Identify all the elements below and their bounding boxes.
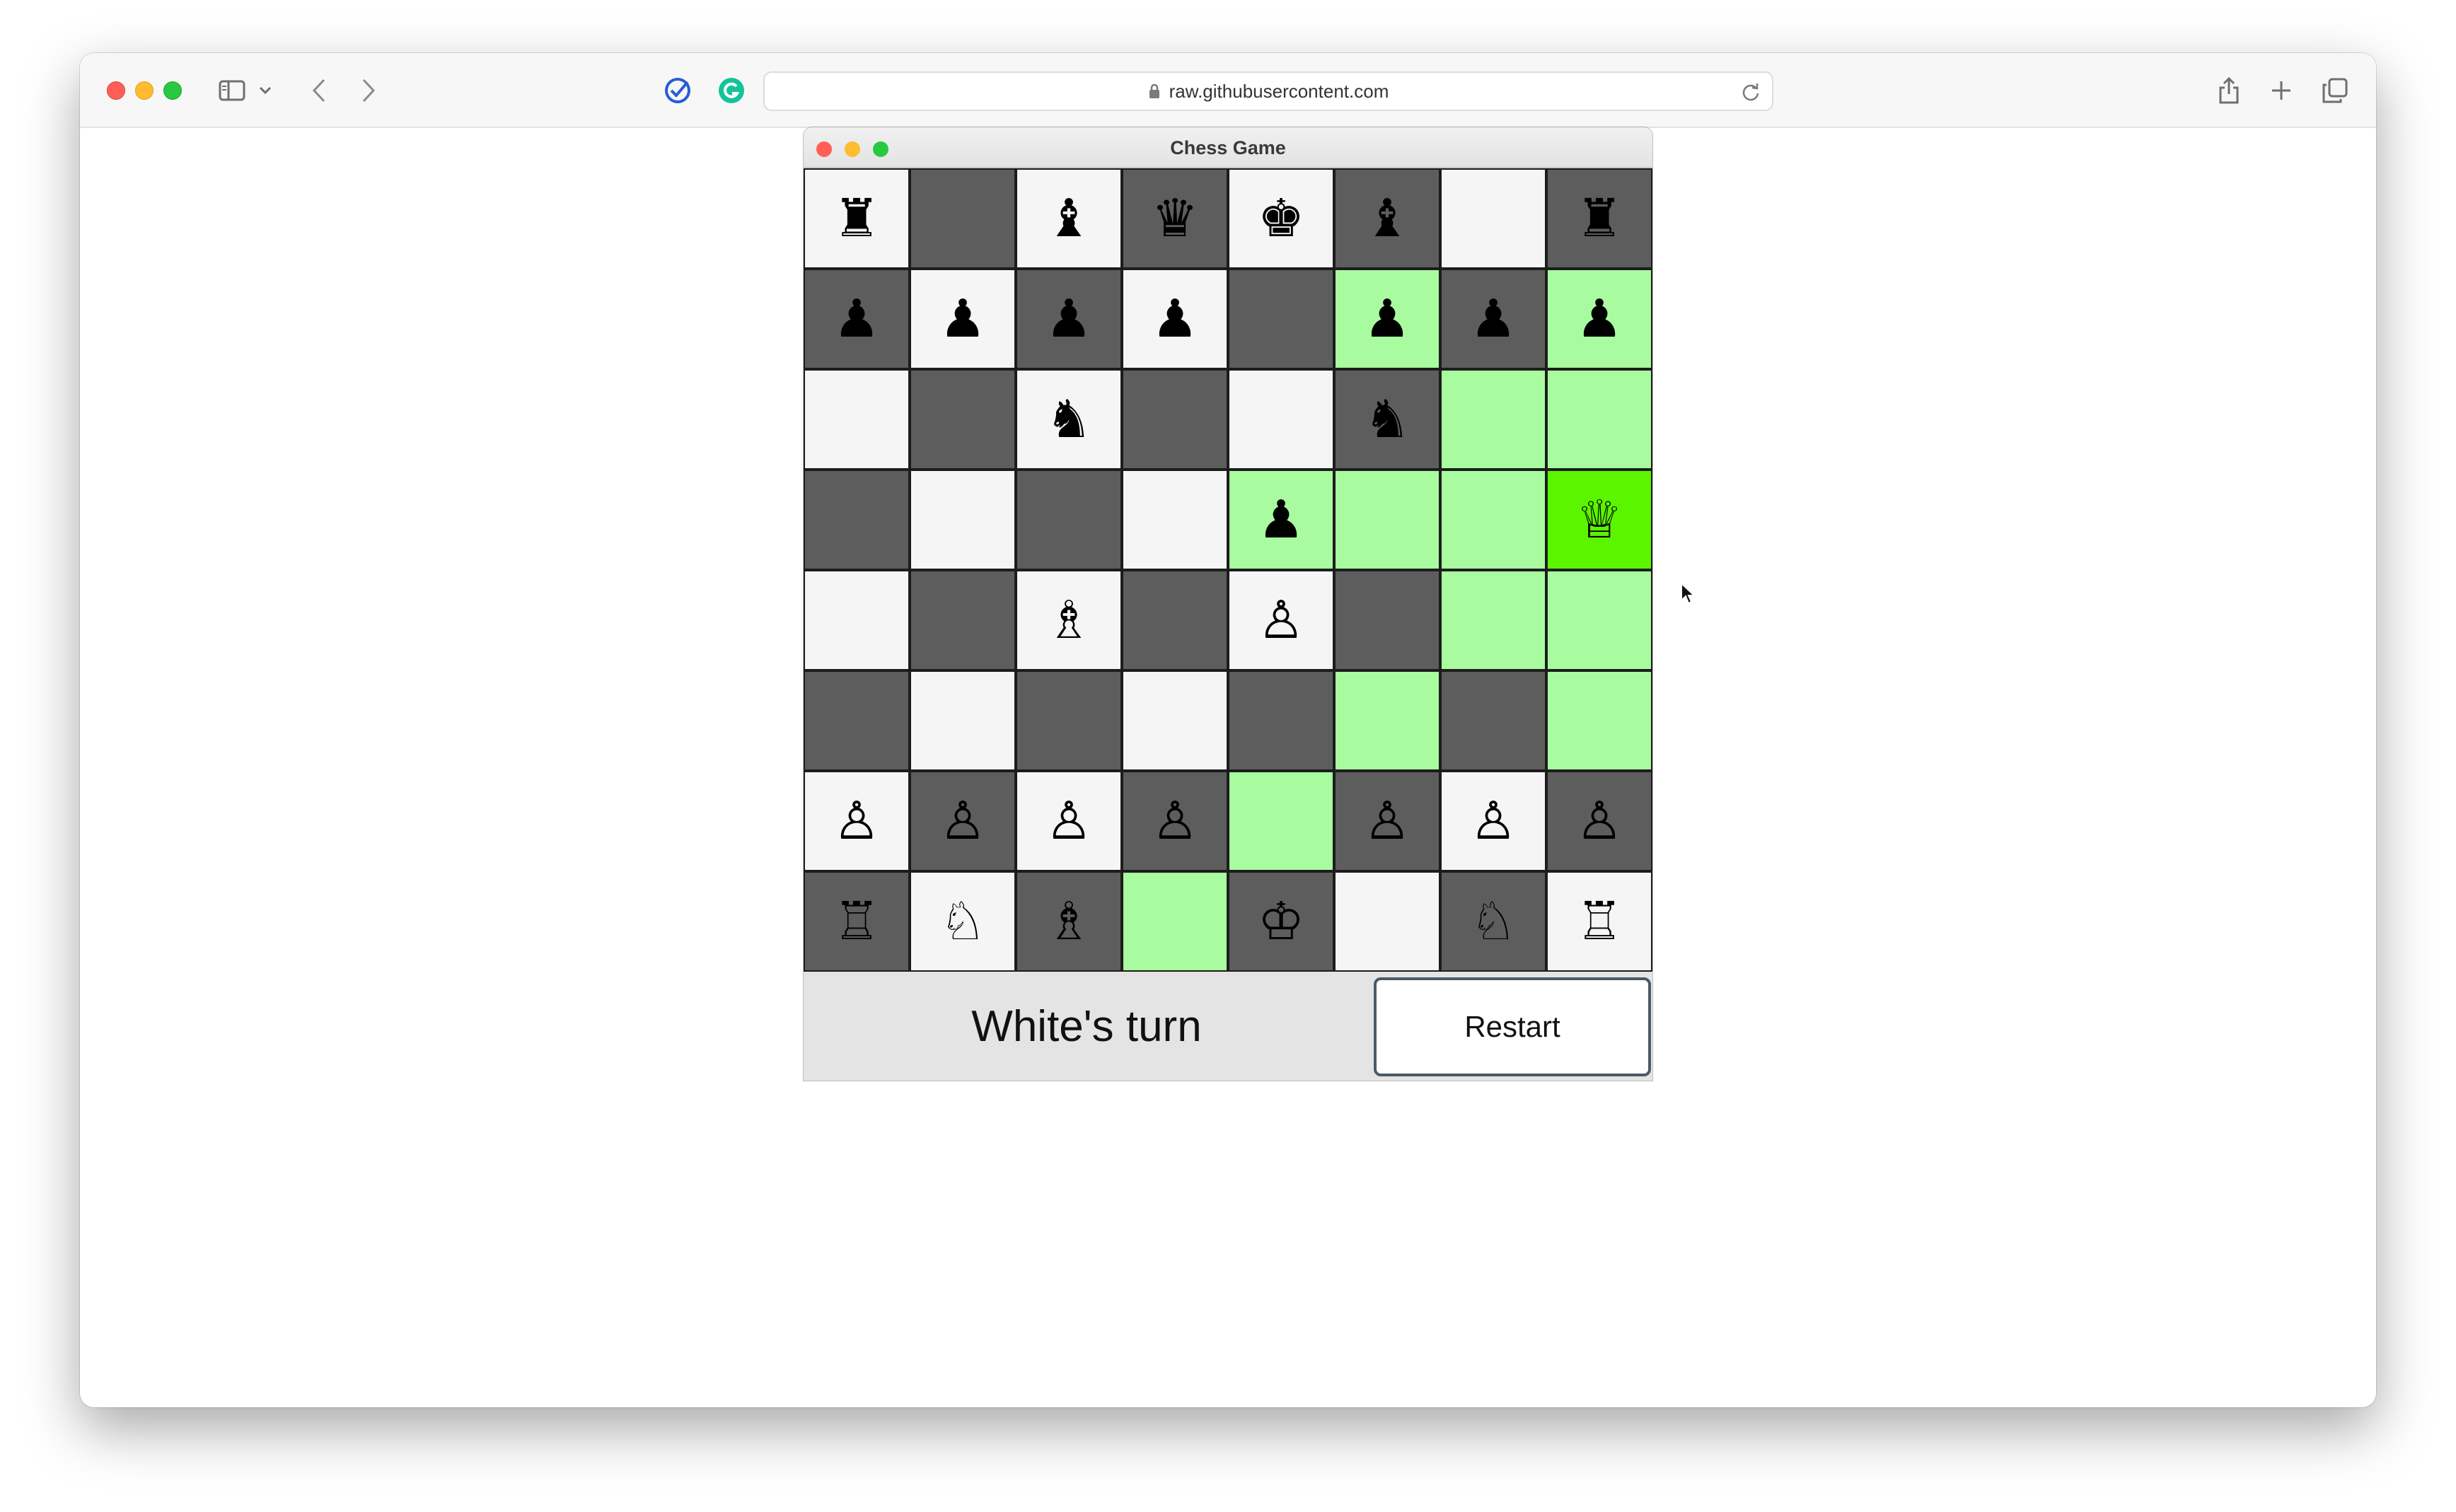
- board-square[interactable]: [1546, 670, 1652, 771]
- checkmark-extension-icon[interactable]: [661, 74, 694, 107]
- board-square[interactable]: ♙: [1546, 771, 1652, 871]
- board-square[interactable]: ♜: [1546, 168, 1652, 269]
- mouse-cursor-icon: [1680, 581, 1696, 608]
- board-square[interactable]: [804, 670, 910, 771]
- grammarly-extension-icon[interactable]: [715, 74, 748, 107]
- status-bar: White's turn Restart: [804, 972, 1652, 1081]
- board-square[interactable]: [804, 470, 910, 570]
- board-square[interactable]: [804, 570, 910, 670]
- board-square[interactable]: ♔: [1228, 871, 1334, 972]
- board-square[interactable]: ♟: [1546, 269, 1652, 369]
- board-square[interactable]: ♗: [1016, 871, 1122, 972]
- board-square[interactable]: [1546, 369, 1652, 470]
- board-square[interactable]: ♝: [1334, 168, 1440, 269]
- zoom-window-button[interactable]: [163, 81, 182, 100]
- board-square[interactable]: [1440, 470, 1546, 570]
- board-square[interactable]: [910, 670, 1016, 771]
- board-square[interactable]: [910, 168, 1016, 269]
- chess-board: ♜ ♝ ♛ ♚ ♝ ♜ ♟ ♟ ♟ ♟ ♟ ♟ ♟ ♞ ♞ ♟ ♕ ♗ ♙ ♙ ♙ ♙ ♙ ♙ ♙ ♙ ♖ ♘ ♗ ♔ ♘ ♖: [804, 168, 1652, 972]
- board-square[interactable]: [910, 470, 1016, 570]
- board-square[interactable]: [1228, 771, 1334, 871]
- board-square[interactable]: ♙: [1334, 771, 1440, 871]
- browser-toolbar: raw.githubusercontent.com: [80, 53, 2376, 128]
- board-square[interactable]: [1440, 369, 1546, 470]
- board-square[interactable]: [1546, 570, 1652, 670]
- lock-icon: [1148, 83, 1161, 100]
- board-square[interactable]: ♙: [804, 771, 910, 871]
- board-square[interactable]: ♙: [1228, 570, 1334, 670]
- board-square[interactable]: [1440, 570, 1546, 670]
- board-square[interactable]: ♗: [1016, 570, 1122, 670]
- board-square[interactable]: ♟: [1334, 269, 1440, 369]
- board-square[interactable]: ♝: [1016, 168, 1122, 269]
- board-square[interactable]: [1334, 570, 1440, 670]
- board-square[interactable]: [1122, 470, 1228, 570]
- board-square[interactable]: ♟: [910, 269, 1016, 369]
- minimize-window-button[interactable]: [135, 81, 154, 100]
- board-square[interactable]: [910, 369, 1016, 470]
- board-square[interactable]: [1440, 168, 1546, 269]
- plus-icon[interactable]: [2266, 74, 2297, 107]
- board-square[interactable]: ♟: [1440, 269, 1546, 369]
- share-icon[interactable]: [2213, 74, 2244, 107]
- board-square[interactable]: ♟: [804, 269, 910, 369]
- board-square[interactable]: ♖: [1546, 871, 1652, 972]
- close-window-button[interactable]: [107, 81, 125, 100]
- board-square[interactable]: ♘: [910, 871, 1016, 972]
- app-title: Chess Game: [1170, 136, 1286, 158]
- board-square[interactable]: ♙: [1016, 771, 1122, 871]
- tabs-icon[interactable]: [2319, 74, 2351, 107]
- board-square[interactable]: [1334, 871, 1440, 972]
- address-bar[interactable]: raw.githubusercontent.com: [763, 71, 1773, 111]
- board-square[interactable]: [1122, 570, 1228, 670]
- browser-window: raw.githubusercontent.com Chess Game ♜ ♝ ♛…: [80, 53, 2376, 1407]
- sidebar-icon[interactable]: [217, 74, 247, 107]
- board-square[interactable]: ♙: [1440, 771, 1546, 871]
- board-square[interactable]: [804, 369, 910, 470]
- url-text: raw.githubusercontent.com: [1169, 80, 1389, 102]
- board-square[interactable]: [1016, 470, 1122, 570]
- board-square[interactable]: ♕: [1546, 470, 1652, 570]
- board-square[interactable]: ♛: [1122, 168, 1228, 269]
- board-square[interactable]: ♙: [910, 771, 1016, 871]
- board-square[interactable]: [910, 570, 1016, 670]
- board-square[interactable]: [1016, 670, 1122, 771]
- reload-icon[interactable]: [1741, 82, 1761, 105]
- chess-app-window: Chess Game ♜ ♝ ♛ ♚ ♝ ♜ ♟ ♟ ♟ ♟ ♟ ♟ ♟ ♞ ♞ ♟ ♕ ♗ ♙ ♙ ♙ ♙ ♙ ♙ ♙ ♙ ♖ ♘ ♗…: [804, 127, 1652, 1081]
- board-square[interactable]: [1440, 670, 1546, 771]
- back-icon[interactable]: [305, 74, 333, 107]
- board-square[interactable]: ♞: [1334, 369, 1440, 470]
- board-square[interactable]: [1228, 369, 1334, 470]
- turn-label: White's turn: [971, 1001, 1202, 1051]
- chevron-down-icon[interactable]: [257, 74, 274, 107]
- app-titlebar: Chess Game: [804, 127, 1652, 168]
- board-square[interactable]: [1122, 670, 1228, 771]
- board-square[interactable]: ♜: [804, 168, 910, 269]
- board-square[interactable]: ♘: [1440, 871, 1546, 972]
- restart-button[interactable]: Restart: [1374, 977, 1651, 1076]
- board-square[interactable]: ♙: [1122, 771, 1228, 871]
- board-square[interactable]: [1334, 670, 1440, 771]
- board-square[interactable]: [1122, 871, 1228, 972]
- board-square[interactable]: ♟: [1228, 470, 1334, 570]
- board-square[interactable]: [1228, 670, 1334, 771]
- board-square[interactable]: [1334, 470, 1440, 570]
- board-square[interactable]: ♟: [1016, 269, 1122, 369]
- board-square[interactable]: ♚: [1228, 168, 1334, 269]
- forward-icon[interactable]: [354, 74, 383, 107]
- board-square[interactable]: ♖: [804, 871, 910, 972]
- board-square[interactable]: [1228, 269, 1334, 369]
- board-square[interactable]: ♟: [1122, 269, 1228, 369]
- board-square[interactable]: [1122, 369, 1228, 470]
- board-square[interactable]: ♞: [1016, 369, 1122, 470]
